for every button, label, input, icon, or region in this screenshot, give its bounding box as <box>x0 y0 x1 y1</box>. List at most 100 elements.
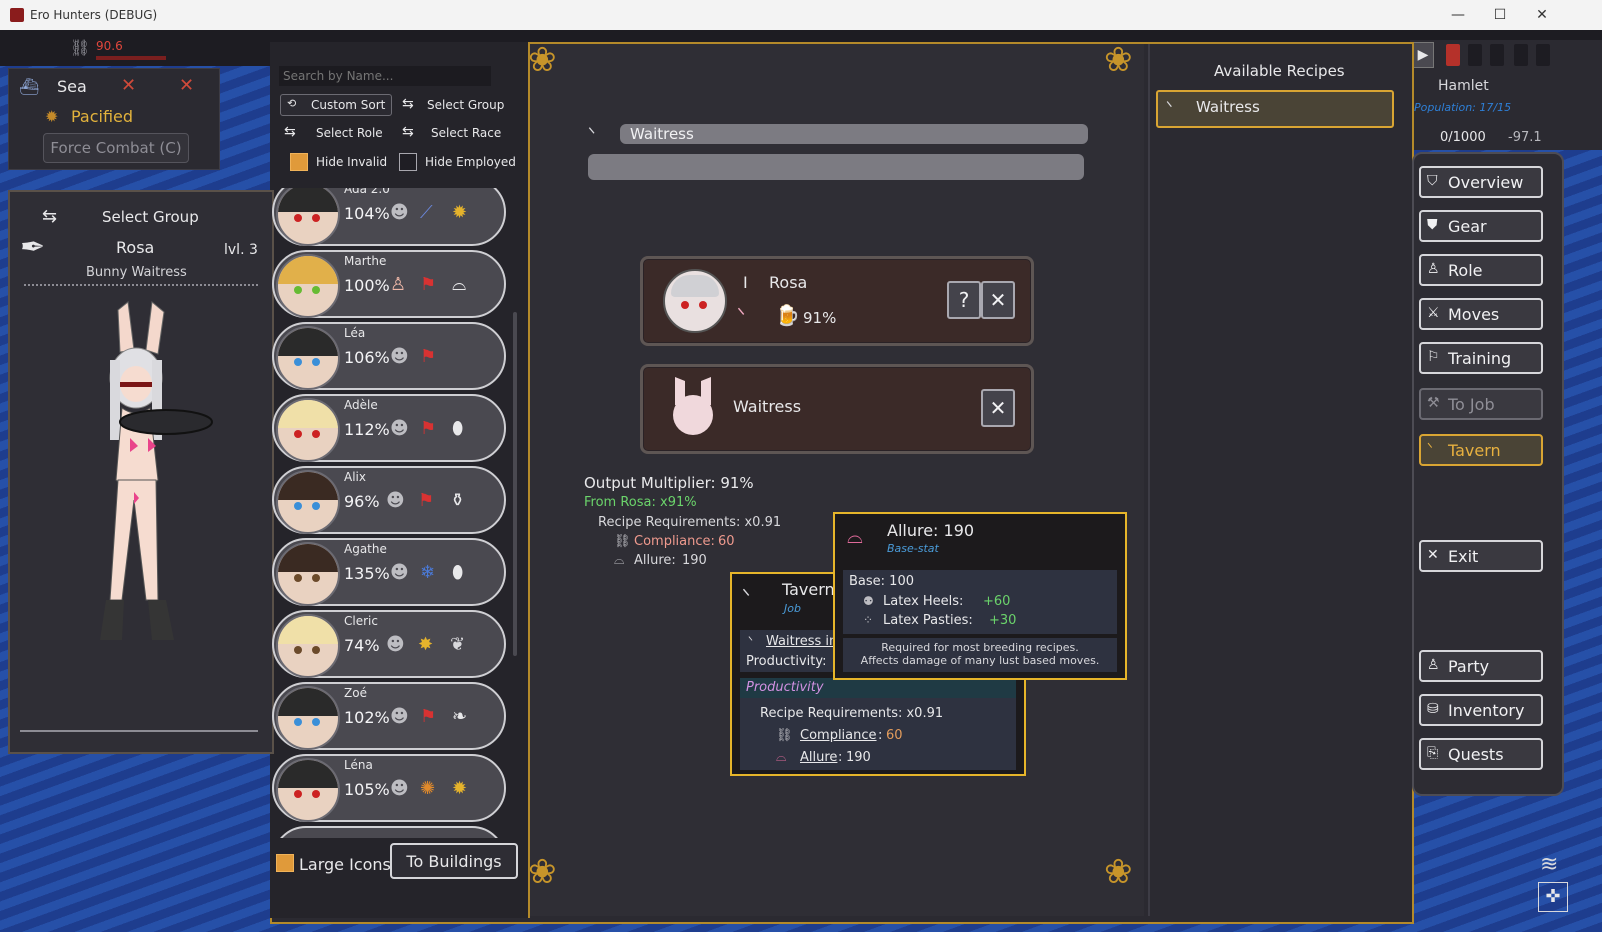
training-button[interactable]: ⚐ Training <box>1419 342 1543 374</box>
tavern-title: Tavern <box>782 580 835 599</box>
character-percent: 105% <box>344 780 390 799</box>
figure-icon: ♙ <box>390 274 407 295</box>
corner-ornament: ❀ <box>528 40 557 80</box>
basket-icon: ⌓ <box>776 750 787 765</box>
list-item[interactable]: Léa 106% ☻ ⚑ <box>272 322 506 390</box>
list-item[interactable]: Alix 96% ☻ ⚑ ⚱ <box>272 466 506 534</box>
gear-button[interactable]: ⛊ Gear <box>1419 210 1543 242</box>
help-button[interactable]: ? <box>947 281 981 319</box>
hide-invalid-checkbox[interactable] <box>290 153 308 171</box>
skull-icon: ☻ <box>390 562 409 583</box>
bunny-icon: ᐠ <box>748 634 754 648</box>
remove-recipe-button[interactable]: ✕ <box>981 389 1015 427</box>
large-icons-checkbox[interactable] <box>276 854 294 872</box>
person-icon: ♙ <box>1427 261 1440 277</box>
allure-item2: Latex Pasties: <box>883 613 973 628</box>
character-detail-pane: ⇆ Select Group ✒ Rosa lvl. 3 Bunny Waitr… <box>8 190 274 754</box>
character-level: lvl. 3 <box>224 242 258 258</box>
person-icon: ♙ <box>1427 657 1440 673</box>
scroll-icon: ⎘ <box>1427 745 1439 761</box>
list-scrollbar[interactable] <box>513 312 517 656</box>
character-nav: ⛉ Overview ⛊ Gear ♙ Role ⚔ Moves ⚐ Training ⚒… <box>1412 152 1564 796</box>
ship-icon: ⛴ <box>19 77 40 96</box>
remove-worker-button[interactable]: ✕ <box>981 281 1015 319</box>
list-item[interactable]: Agathe 135% ☻ ❄ ⬮ <box>272 538 506 606</box>
output-multiplier: Output Multiplier: 91% <box>584 474 754 492</box>
wheat-icon: ❦ <box>450 634 466 655</box>
sign-icon: ⚐ <box>1427 349 1440 365</box>
tavern-compliance-label: Compliance <box>800 728 877 743</box>
tavern-line2: Productivity: <box>746 654 827 669</box>
bunny-icon: ᐠ <box>1166 98 1173 117</box>
character-name: Rosa <box>116 238 155 257</box>
select-group-label[interactable]: Select Group <box>102 208 199 226</box>
role-button[interactable]: ♙ Role <box>1419 254 1543 286</box>
skull-icon: ☻ <box>386 490 405 511</box>
recipe-slot[interactable]: Waitress ✕ <box>640 364 1034 454</box>
avatar <box>276 470 340 534</box>
heels-icon: ⚉ <box>863 594 874 608</box>
hide-employed-checkbox[interactable] <box>399 153 417 171</box>
sun-icon: ✹ <box>45 107 59 126</box>
skull-icon: ☻ <box>390 346 409 367</box>
swap-arrows-icon[interactable]: ⇆ <box>402 96 414 112</box>
ornament-bottom <box>20 700 258 732</box>
sun-icon: ✸ <box>418 634 434 655</box>
minimize-button[interactable]: — <box>1436 4 1480 26</box>
search-input[interactable] <box>279 66 491 86</box>
move-icon[interactable]: ✜ <box>1538 882 1568 912</box>
shirt-icon: ⛊ <box>1427 217 1438 233</box>
force-combat-button[interactable]: Force Combat (C) <box>43 133 189 163</box>
custom-sort-button[interactable]: ⟲ Custom Sort <box>280 94 392 116</box>
select-group-filter[interactable]: Select Group <box>427 98 504 112</box>
swap-arrows-icon[interactable]: ⇆ <box>402 124 414 140</box>
list-item[interactable]: Léna 105% ☻ ✺ ✹ <box>272 754 506 822</box>
party-button[interactable]: ♙ Party <box>1419 650 1543 682</box>
quests-button[interactable]: ⎘ Quests <box>1419 738 1543 770</box>
list-item[interactable]: Ada 2.0 104% ☻ ⟋ ✹ <box>272 188 506 246</box>
list-item[interactable]: Marthe 100% ♙ ⚑ ⌓ <box>272 250 506 318</box>
to-buildings-button[interactable]: To Buildings <box>390 843 518 879</box>
tavern-button[interactable]: ᐠ Tavern <box>1419 434 1543 466</box>
close-icon[interactable]: ✕ <box>179 75 194 96</box>
overview-button[interactable]: ⛉ Overview <box>1419 166 1543 198</box>
productivity-section: Productivity Recipe Requirements: x0.91 … <box>740 678 1016 770</box>
select-role-filter[interactable]: Select Role <box>316 126 383 140</box>
layers-icon[interactable]: ≋ <box>1540 852 1558 877</box>
recipe-item[interactable]: ᐠ Waitress <box>1156 90 1394 128</box>
inventory-button[interactable]: ⛁ Inventory <box>1419 694 1543 726</box>
worker-slot[interactable]: I Rosa ᐠ 🍺 91% ? ✕ <box>640 256 1034 346</box>
list-item[interactable]: Cleric 74% ☻ ✸ ❦ <box>272 610 506 678</box>
close-window-button[interactable]: ✕ <box>1520 4 1564 26</box>
hamlet-resource: 0/1000 <box>1440 130 1486 145</box>
avatar <box>276 254 340 318</box>
allure-desc2: Affects damage of many lust based moves. <box>860 654 1100 667</box>
play-icon[interactable]: ▶ <box>1412 42 1434 68</box>
maximize-button[interactable]: ☐ <box>1478 4 1522 26</box>
beer-icon: 🍺 <box>775 303 800 327</box>
swap-arrows-icon[interactable]: ⇆ <box>284 124 296 140</box>
select-race-filter[interactable]: Select Race <box>431 126 501 140</box>
pasties-icon: ⁘ <box>863 613 874 627</box>
list-item[interactable]: Adèle 112% ☻ ⚑ ⬮ <box>272 394 506 462</box>
character-percent: 102% <box>344 708 390 727</box>
tavern-subtitle: Job <box>784 602 801 615</box>
swap-arrows-icon[interactable]: ⇆ <box>42 206 57 227</box>
window-title: Ero Hunters (DEBUG) <box>30 8 158 22</box>
character-list: Ada 2.0 104% ☻ ⟋ ✹ Marthe 100% ♙ ⚑ ⌓ Léa… <box>272 188 514 838</box>
exit-button[interactable]: ✕ Exit <box>1419 540 1543 572</box>
ornament-divider <box>24 284 258 292</box>
tavern-allure-label: Allure <box>800 750 838 765</box>
to-job-button[interactable]: ⚒ To Job <box>1419 388 1543 420</box>
list-item[interactable] <box>272 826 506 838</box>
role-icon: I <box>743 273 748 292</box>
bunny-icon <box>673 377 713 435</box>
close-icon[interactable]: ✕ <box>121 75 136 96</box>
moves-button[interactable]: ⚔ Moves <box>1419 298 1543 330</box>
hammer-icon: ⚒ <box>1427 395 1440 411</box>
tavern-compliance-value: 60 <box>886 728 903 743</box>
skull-icon: ☻ <box>390 418 409 439</box>
job-name: Waitress <box>630 125 694 143</box>
character-name: Zoé <box>344 686 367 700</box>
list-item[interactable]: Zoé 102% ☻ ⚑ ❧ <box>272 682 506 750</box>
